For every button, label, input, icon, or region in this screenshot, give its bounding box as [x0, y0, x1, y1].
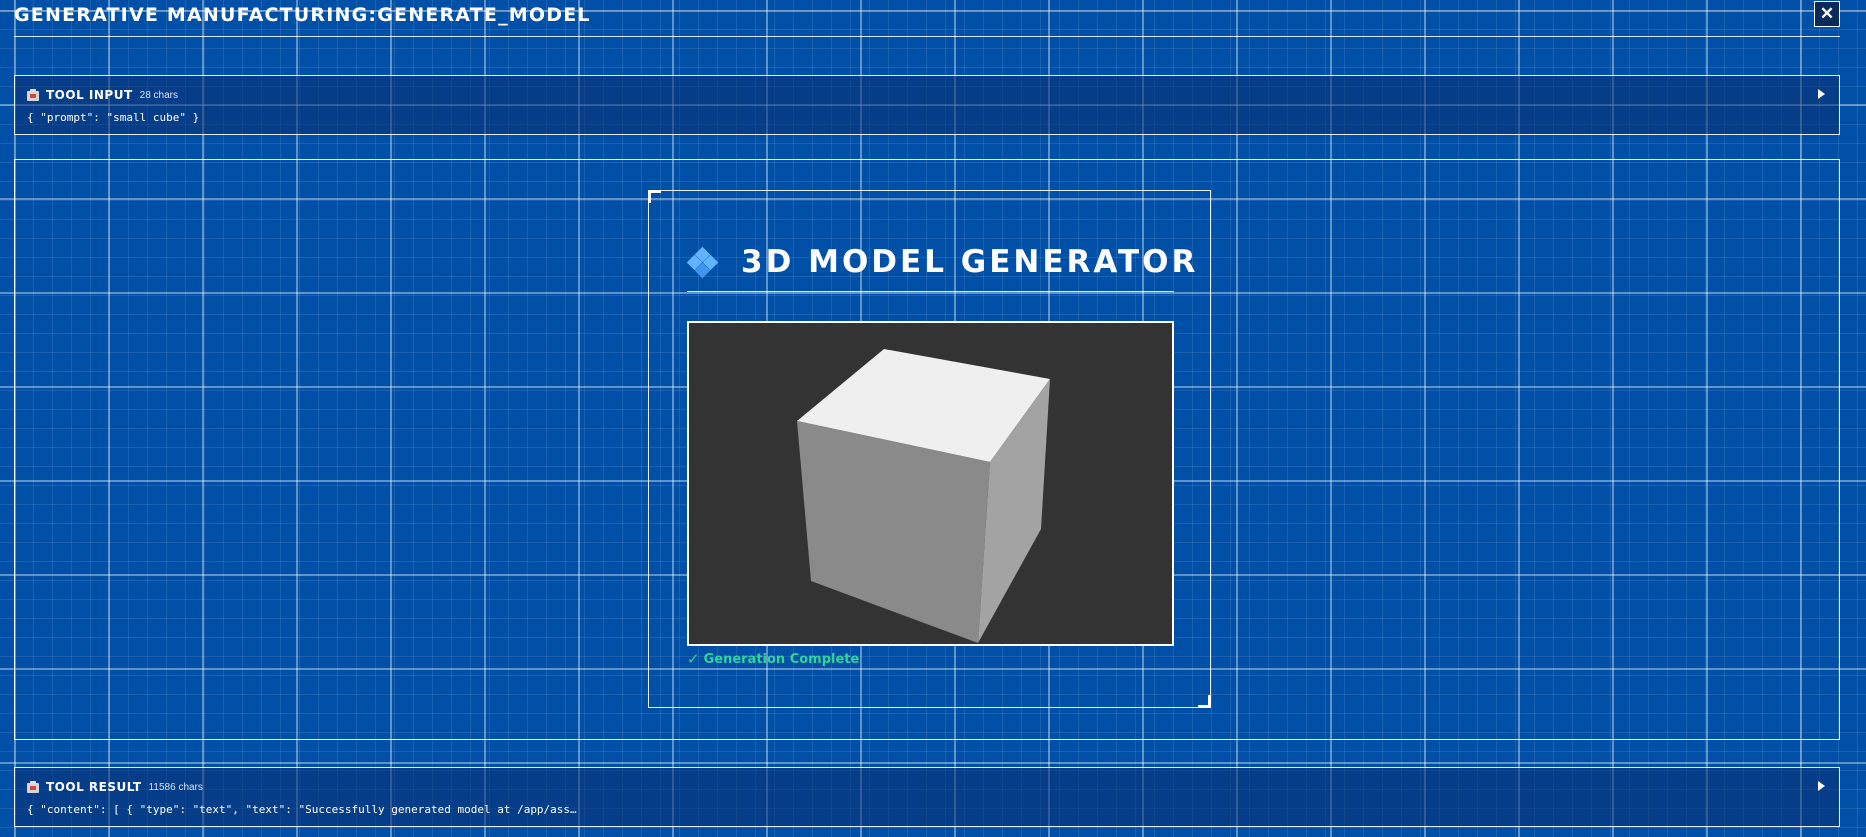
tool-result-label: TOOL RESULT: [46, 780, 142, 794]
generator-title: 3D MODEL GENERATOR: [741, 244, 1199, 280]
tool-result-content: { "content": [ { "type": "text", "text":…: [27, 803, 577, 816]
model-generator-card: 3D MODEL GENERATOR ✓ Generation Complete: [648, 190, 1211, 708]
generator-header: 3D MODEL GENERATOR: [686, 238, 1199, 286]
tool-input-header: TOOL INPUT 28 chars: [27, 88, 178, 102]
app-header: GENERATIVE MANUFACTURING:GENERATE_MODEL …: [14, 0, 1840, 37]
model-viewport[interactable]: [687, 321, 1174, 646]
close-button[interactable]: ✕: [1814, 1, 1840, 27]
clipboard-icon: [27, 781, 39, 793]
tool-result-header: TOOL RESULT 11586 chars: [27, 780, 203, 794]
expand-arrow-icon[interactable]: [1818, 89, 1825, 99]
tool-result-panel[interactable]: TOOL RESULT 11586 chars { "content": [ {…: [14, 767, 1840, 827]
generator-divider: [687, 291, 1174, 292]
checkmark-icon: ✓: [687, 650, 700, 668]
generation-status: ✓ Generation Complete: [687, 650, 859, 668]
tool-input-char-count: 28 chars: [139, 89, 179, 101]
status-text: Generation Complete: [703, 651, 860, 667]
tool-result-char-count: 11586 chars: [148, 781, 203, 793]
tool-input-content: { "prompt": "small cube" }: [27, 111, 200, 124]
cube-render: [797, 349, 1050, 643]
clipboard-icon: [27, 89, 39, 101]
corner-bracket-bottom-right: [1198, 695, 1211, 708]
expand-arrow-icon[interactable]: [1818, 781, 1825, 791]
tool-input-label: TOOL INPUT: [46, 88, 133, 102]
tool-input-panel[interactable]: TOOL INPUT 28 chars { "prompt": "small c…: [14, 75, 1840, 135]
diamond-cluster-icon: [686, 246, 719, 279]
app-title: GENERATIVE MANUFACTURING:GENERATE_MODEL: [14, 4, 591, 26]
corner-bracket-top-left: [648, 190, 661, 203]
